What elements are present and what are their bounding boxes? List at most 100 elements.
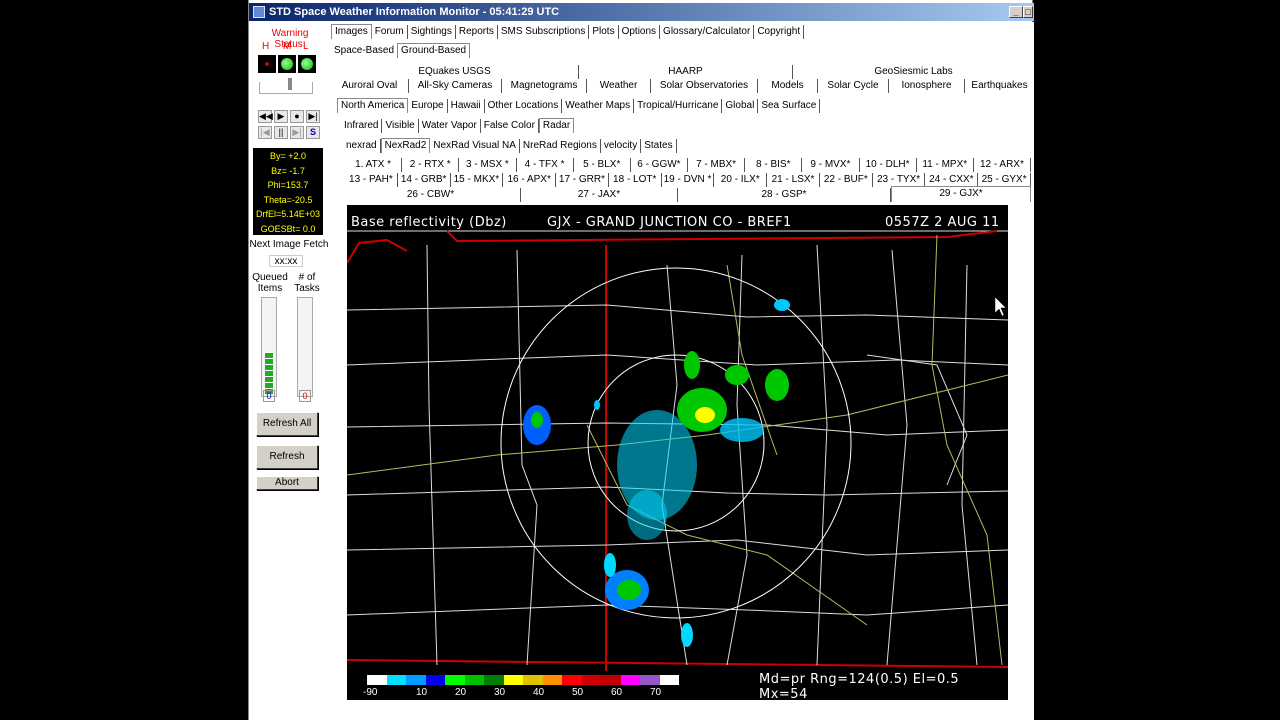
station-tab[interactable]: 23 - TYX* (873, 173, 926, 187)
station-tab[interactable]: 1. ATX * (345, 158, 403, 172)
tab-nexrad-visual[interactable]: NexRad Visual NA (430, 139, 520, 153)
tab-europe[interactable]: Europe (408, 99, 448, 113)
rewind-icon[interactable]: ◀◀ (258, 110, 273, 123)
tab-all-sky[interactable]: All-Sky Cameras (409, 79, 502, 93)
maximize-button[interactable]: □ (1023, 6, 1033, 18)
tab-hawaii[interactable]: Hawaii (448, 99, 485, 113)
readout-bz: Bz= -1.7 (271, 165, 305, 176)
menu-copyright[interactable]: Copyright (754, 25, 805, 39)
tab-equakes[interactable]: EQuakes USGS (331, 65, 579, 79)
status-sidebar: Warning Status: H M L ◀◀ ▶ ● ▶| |◀ || ▶|… (249, 22, 329, 720)
station-tab[interactable]: 15 - MKX* (451, 173, 504, 187)
skip-forward-icon[interactable]: ▶| (290, 126, 304, 139)
station-tab[interactable]: 11 - MPX* (917, 158, 974, 172)
menu-options[interactable]: Options (619, 25, 661, 39)
tab-global[interactable]: Global (722, 99, 759, 113)
volume-slider[interactable] (259, 78, 313, 94)
station-tab[interactable]: 18 - LOT* (609, 173, 662, 187)
tab-radar[interactable]: Radar (538, 118, 575, 133)
station-tab-selected[interactable]: 29 - GJX* (891, 186, 1031, 202)
menu-sms[interactable]: SMS Subscriptions (498, 25, 590, 39)
menu-sightings[interactable]: Sightings (408, 25, 456, 39)
minimize-button[interactable]: _ (1009, 6, 1023, 18)
menu-images[interactable]: Images (331, 24, 372, 39)
scale-label: 10 (416, 687, 428, 698)
station-tab[interactable]: 17 - GRR* (556, 173, 609, 187)
station-tab[interactable]: 28 - GSP* (678, 188, 891, 202)
record-icon[interactable]: ● (290, 110, 304, 123)
abort-button[interactable]: Abort (256, 476, 318, 490)
pause-icon[interactable]: || (274, 126, 288, 139)
tab-weather-maps[interactable]: Weather Maps (562, 99, 635, 113)
forward-icon[interactable]: ▶| (306, 110, 320, 123)
station-tab[interactable]: 8 - BIS* (745, 158, 803, 172)
station-tab[interactable]: 20 - ILX* (714, 173, 768, 187)
tab-nrerad-regions[interactable]: NreRad Regions (520, 139, 601, 153)
radar-type-tabs: nexrad NexRad2 NexRad Visual NA NreRad Regi… (343, 138, 677, 154)
station-tab[interactable]: 16 - APX* (503, 173, 557, 187)
title-bar[interactable]: STD Space Weather Information Monitor - … (249, 3, 1034, 21)
station-tab[interactable]: 2 - RTX * (402, 158, 460, 172)
station-tab[interactable]: 14 - GRB* (398, 173, 451, 187)
tab-solar-cycle[interactable]: Solar Cycle (818, 79, 889, 93)
tab-north-america[interactable]: North America (337, 98, 409, 113)
tab-ionosphere[interactable]: Ionosphere (889, 79, 965, 93)
station-tab[interactable]: 19 - DVN * (662, 173, 715, 187)
tab-nexrad[interactable]: nexrad (343, 139, 381, 153)
tab-false-color[interactable]: False Color (481, 119, 539, 133)
station-tab[interactable]: 9 - MVX* (802, 158, 860, 172)
station-tab[interactable]: 21 - LSX* (767, 173, 820, 187)
tab-auroral-oval[interactable]: Auroral Oval (331, 79, 409, 93)
menu-reports[interactable]: Reports (456, 25, 498, 39)
station-tab[interactable]: 25 - GYX* (978, 173, 1031, 187)
station-tab[interactable]: 12 - ARX* (974, 158, 1031, 172)
play-icon[interactable]: ▶ (274, 110, 288, 123)
skip-back-icon[interactable]: |◀ (258, 126, 272, 139)
tab-earthquakes[interactable]: Earthquakes (965, 79, 1034, 93)
precipitation-echoes (523, 299, 790, 647)
station-tab[interactable]: 3 - MSX * (459, 158, 517, 172)
tab-velocity[interactable]: velocity (601, 139, 642, 153)
menu-plots[interactable]: Plots (589, 25, 619, 39)
level-h-label: H (262, 41, 270, 52)
tab-water-vapor[interactable]: Water Vapor (419, 119, 481, 133)
tab-space-based[interactable]: Space-Based (331, 44, 397, 58)
station-tab[interactable]: 22 - BUF* (820, 173, 873, 187)
station-tab[interactable]: 26 - CBW* (341, 188, 521, 202)
solar-wind-readout: By= +2.0 Bz= -1.7 Phi=153.7 Theta=-20.5 … (253, 148, 323, 235)
menu-glossary[interactable]: Glossary/Calculator (660, 25, 755, 39)
slider-thumb[interactable] (288, 78, 292, 90)
tab-geosiesmic[interactable]: GeoSiesmic Labs (793, 65, 1034, 79)
station-tab[interactable]: 7 - MBX* (688, 158, 746, 172)
station-tab[interactable]: 4 - TFX * (517, 158, 574, 172)
tab-infrared[interactable]: Infrared (341, 119, 383, 133)
tab-other-locations[interactable]: Other Locations (485, 99, 563, 113)
scale-swatch (523, 675, 543, 685)
tab-visible[interactable]: Visible (382, 119, 419, 133)
menu-forum[interactable]: Forum (372, 25, 408, 39)
station-tab[interactable]: 13 - PAH* (345, 173, 398, 187)
app-window: STD Space Weather Information Monitor - … (248, 0, 1034, 720)
station-tab[interactable]: 5 - BLX* (574, 158, 631, 172)
tab-nexrad2[interactable]: NexRad2 (380, 138, 431, 153)
readout-theta: Theta=-20.5 (263, 194, 313, 205)
station-tab[interactable]: 27 - JAX* (521, 188, 678, 202)
tab-tropical[interactable]: Tropical/Hurricane (634, 99, 723, 113)
tab-magnetograms[interactable]: Magnetograms (502, 79, 587, 93)
s-button[interactable]: S (306, 126, 320, 139)
station-tab[interactable]: 6 - GGW* (631, 158, 688, 172)
tab-solar-observatories[interactable]: Solar Observatories (651, 79, 758, 93)
refresh-all-button[interactable]: Refresh All (256, 412, 318, 436)
refresh-button[interactable]: Refresh (256, 445, 318, 469)
border-line (347, 238, 408, 264)
tab-models[interactable]: Models (758, 79, 818, 93)
tab-sea-surface[interactable]: Sea Surface (758, 99, 821, 113)
app-icon (253, 6, 265, 18)
tab-haarp[interactable]: HAARP (579, 65, 793, 79)
tab-states[interactable]: States (641, 139, 677, 153)
tab-ground-based[interactable]: Ground-Based (397, 43, 471, 58)
station-tab[interactable]: 10 - DLH* (860, 158, 917, 172)
scale-swatch (581, 675, 601, 685)
tab-weather[interactable]: Weather (587, 79, 651, 93)
station-tab[interactable]: 24 - CXX* (925, 173, 979, 187)
